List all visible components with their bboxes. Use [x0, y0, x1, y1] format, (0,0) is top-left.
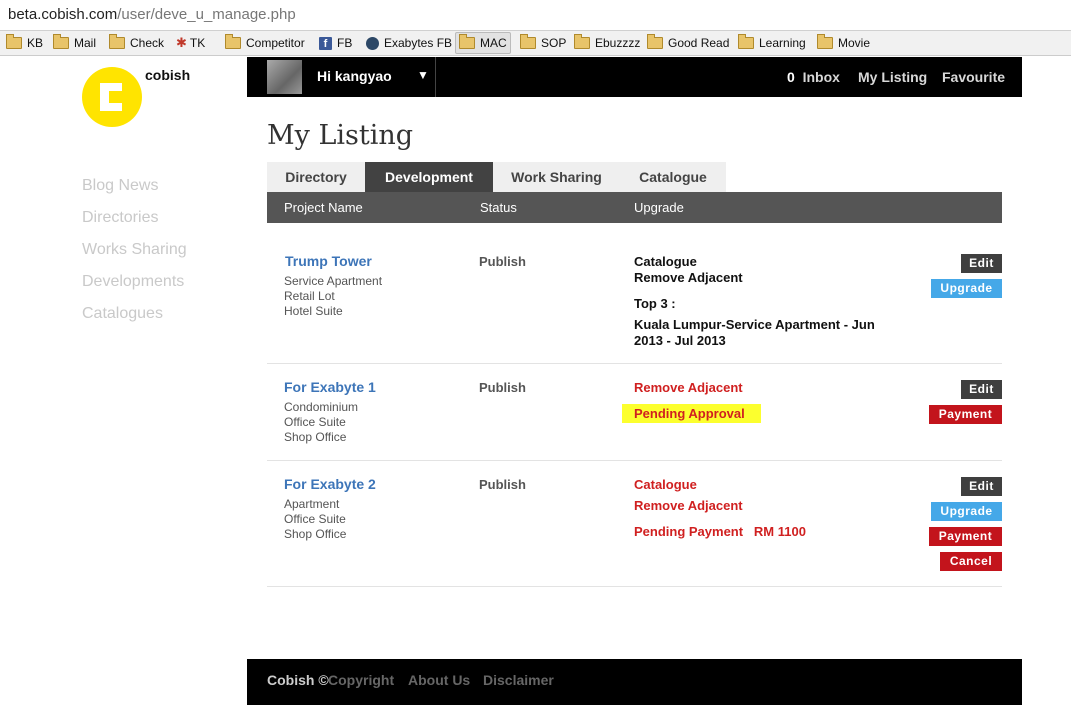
folder-icon: [520, 34, 536, 49]
upgrade-remove-adjacent: Remove Adjacent: [634, 270, 743, 285]
folder-icon: [109, 34, 125, 49]
upgrade-top-label: Top 3 :: [634, 296, 676, 311]
inbox-count: 0: [787, 69, 795, 85]
page-title: My Listing: [267, 120, 414, 151]
pending-approval-status: Pending Approval: [622, 404, 761, 423]
column-header-upgrade: Upgrade: [634, 200, 684, 215]
cobish-logo-icon[interactable]: [82, 67, 142, 127]
bookmark-mail[interactable]: Mail: [53, 34, 96, 52]
footer: Cobish © Copyright About Us Disclaimer: [247, 659, 1022, 705]
bookmark-exabytes-fb[interactable]: Exabytes FB: [366, 34, 452, 52]
sidebar-item-directories[interactable]: Directories: [82, 209, 158, 227]
inbox-link[interactable]: 0 Inbox: [787, 69, 840, 85]
pending-payment-status: Pending Payment RM 1100: [634, 524, 806, 539]
payment-button[interactable]: Payment: [929, 405, 1002, 424]
exabytes-icon: [366, 36, 379, 50]
footer-copyright: Copyright: [328, 672, 395, 688]
bookmark-check[interactable]: Check: [109, 34, 164, 52]
my-listing-link[interactable]: My Listing: [858, 69, 927, 85]
bookmarks-bar: KB Mail Check ✱ TK Competitor f FB Exabyte…: [0, 31, 1071, 56]
edit-button[interactable]: Edit: [961, 380, 1002, 399]
folder-icon: [225, 34, 241, 49]
tab-directory[interactable]: Directory: [267, 162, 365, 192]
project-types: Apartment Office Suite Shop Office: [284, 497, 347, 541]
bookmark-mac[interactable]: MAC: [455, 32, 511, 54]
bookmark-good-read[interactable]: Good Read: [647, 34, 729, 52]
folder-icon: [459, 34, 475, 49]
edit-button[interactable]: Edit: [961, 254, 1002, 273]
upgrade-remove-adjacent: Remove Adjacent: [634, 380, 743, 395]
column-header-project-name: Project Name: [284, 200, 363, 215]
payment-button[interactable]: Payment: [929, 527, 1002, 546]
table-header: Project Name Status Upgrade: [267, 192, 1002, 223]
divider: [435, 57, 436, 97]
bug-icon: ✱: [176, 35, 187, 50]
bookmark-competitor[interactable]: Competitor: [225, 34, 305, 52]
bookmark-movie[interactable]: Movie: [817, 34, 870, 52]
bookmark-kb[interactable]: KB: [6, 34, 43, 52]
folder-icon: [574, 34, 590, 49]
folder-icon: [6, 34, 22, 49]
row-divider: [267, 460, 1002, 461]
project-types: Condominium Office Suite Shop Office: [284, 400, 359, 444]
chevron-down-icon[interactable]: ▼: [417, 68, 429, 82]
upgrade-button[interactable]: Upgrade: [931, 279, 1002, 298]
tab-catalogue[interactable]: Catalogue: [620, 162, 726, 192]
status-badge: Publish: [479, 477, 526, 492]
upgrade-catalogue: Catalogue: [634, 477, 697, 492]
footer-about-link[interactable]: About Us: [408, 672, 470, 688]
project-types: Service Apartment Retail Lot Hotel Suite: [284, 274, 383, 318]
sidebar-item-developments[interactable]: Developments: [82, 273, 184, 291]
column-header-status: Status: [480, 200, 517, 215]
top-bar: Hi kangyao ▼ 0 Inbox My Listing Favourit…: [247, 57, 1022, 97]
upgrade-button[interactable]: Upgrade: [931, 502, 1002, 521]
avatar[interactable]: [267, 60, 302, 94]
status-badge: Publish: [479, 380, 526, 395]
status-badge: Publish: [479, 254, 526, 269]
bookmark-learning[interactable]: Learning: [738, 34, 806, 52]
facebook-icon: f: [319, 36, 332, 50]
folder-icon: [817, 34, 833, 49]
project-name-link[interactable]: For Exabyte 1: [284, 379, 376, 395]
sidebar-item-works-sharing[interactable]: Works Sharing: [82, 241, 187, 259]
folder-icon: [647, 34, 663, 49]
bookmark-sop[interactable]: SOP: [520, 34, 566, 52]
sidebar-item-blog-news[interactable]: Blog News: [82, 177, 158, 195]
folder-icon: [53, 34, 69, 49]
upgrade-catalogue: Catalogue: [634, 254, 697, 269]
edit-button[interactable]: Edit: [961, 477, 1002, 496]
row-divider: [267, 586, 1002, 587]
project-name-link[interactable]: For Exabyte 2: [284, 476, 376, 492]
tab-work-sharing[interactable]: Work Sharing: [493, 162, 620, 192]
sidebar-item-catalogues[interactable]: Catalogues: [82, 305, 163, 323]
brand-name: cobish: [145, 67, 191, 83]
favourite-link[interactable]: Favourite: [942, 69, 1005, 85]
folder-icon: [738, 34, 754, 49]
footer-brand: Cobish ©: [267, 672, 329, 688]
tab-development[interactable]: Development: [365, 162, 493, 192]
bookmark-ebuzzzz[interactable]: Ebuzzzz: [574, 34, 640, 52]
cancel-button[interactable]: Cancel: [940, 552, 1002, 571]
upgrade-top-detail: Kuala Lumpur-Service Apartment - Jun 201…: [634, 317, 875, 348]
upgrade-remove-adjacent: Remove Adjacent: [634, 498, 743, 513]
bookmark-tk[interactable]: ✱ TK: [176, 34, 205, 52]
address-bar[interactable]: beta.cobish.com/user/deve_u_manage.php: [0, 0, 1071, 31]
project-name-link[interactable]: Trump Tower: [285, 253, 372, 269]
url-text[interactable]: beta.cobish.com/user/deve_u_manage.php: [8, 6, 296, 23]
bookmark-fb[interactable]: f FB: [319, 34, 352, 52]
payment-amount: RM 1100: [753, 524, 806, 539]
row-divider: [267, 363, 1002, 364]
user-greeting[interactable]: Hi kangyao: [317, 68, 392, 84]
footer-disclaimer-link[interactable]: Disclaimer: [483, 672, 554, 688]
